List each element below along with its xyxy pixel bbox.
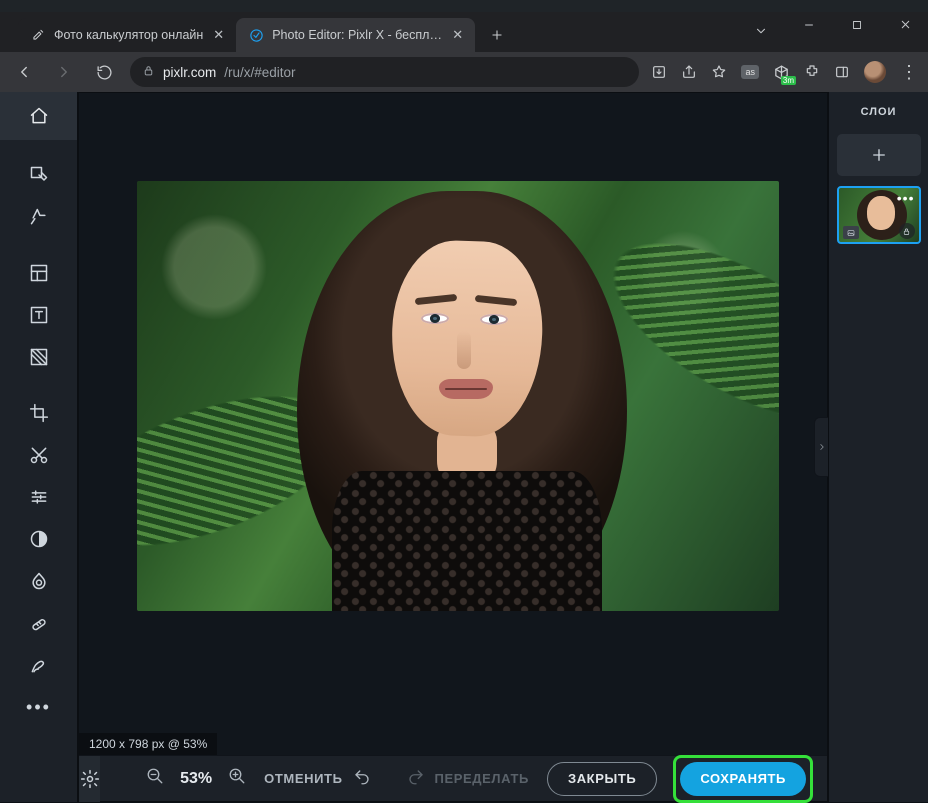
- save-button[interactable]: СОХРАНЯТЬ: [680, 762, 806, 796]
- canvas-area[interactable]: 1200 x 798 px @ 53% 53% ОТМЕНИТЬ ПЕРЕДЕЛ…: [78, 92, 828, 802]
- undo-button[interactable]: ОТМЕНИТЬ: [264, 768, 370, 789]
- extension-cube-icon[interactable]: 3m: [773, 64, 790, 81]
- close-icon[interactable]: ✕: [452, 27, 463, 43]
- app-viewport: ••• 1200 x 798 px @ 53% 53%: [0, 92, 928, 802]
- contrast-tool[interactable]: [0, 518, 77, 560]
- star-icon[interactable]: [711, 64, 727, 80]
- url-domain: pixlr.com: [163, 65, 216, 80]
- close-icon[interactable]: ✕: [213, 27, 224, 43]
- maximize-button[interactable]: [844, 18, 870, 34]
- redo-icon: [407, 768, 425, 789]
- adjust-tool[interactable]: [0, 476, 77, 518]
- image-layer-icon: [843, 226, 859, 239]
- save-highlight: СОХРАНЯТЬ: [673, 755, 813, 803]
- layers-title: СЛОИ: [837, 100, 920, 124]
- canvas-dimensions-label: 1200 x 798 px @ 53%: [79, 733, 217, 755]
- window-titlebar: [0, 0, 928, 12]
- zoom-percent[interactable]: 53%: [180, 770, 212, 788]
- close-window-button[interactable]: [892, 18, 918, 34]
- share-icon[interactable]: [681, 64, 697, 80]
- tab-title: Photo Editor: Pixlr X - бесплатны: [272, 28, 442, 42]
- panel-collapse-button[interactable]: [814, 417, 828, 477]
- tab-other[interactable]: Фото калькулятор онлайн ✕: [18, 18, 236, 52]
- lock-icon[interactable]: [899, 223, 915, 239]
- url-field[interactable]: pixlr.com/ru/x/#editor: [130, 57, 639, 87]
- canvas-image[interactable]: [137, 181, 779, 611]
- install-app-icon[interactable]: [651, 64, 667, 80]
- undo-label: ОТМЕНИТЬ: [264, 771, 342, 786]
- crop-tool[interactable]: [0, 392, 77, 434]
- forward-button[interactable]: [50, 58, 78, 86]
- extension-as-icon[interactable]: as: [741, 65, 759, 79]
- tab-strip: Фото калькулятор онлайн ✕ Photo Editor: …: [0, 12, 928, 52]
- layout-tool[interactable]: [0, 252, 77, 294]
- tab-active[interactable]: Photo Editor: Pixlr X - бесплатны ✕: [236, 18, 475, 52]
- chevron-down-icon[interactable]: [754, 24, 768, 43]
- undo-icon: [353, 768, 371, 789]
- minimize-button[interactable]: [796, 18, 822, 34]
- zoom-in-button[interactable]: [228, 767, 246, 790]
- fill-tool[interactable]: [0, 336, 77, 378]
- lock-icon: [142, 64, 155, 80]
- ai-auto-tool[interactable]: [0, 196, 77, 238]
- reload-button[interactable]: [90, 58, 118, 86]
- extension-badge: 3m: [781, 76, 796, 85]
- layer-options-icon[interactable]: •••: [897, 190, 915, 206]
- close-button[interactable]: ЗАКРЫТЬ: [547, 762, 657, 796]
- bottom-bar: 53% ОТМЕНИТЬ ПЕРЕДЕЛАТЬ ЗАКРЫТЬ: [79, 755, 827, 801]
- home-button[interactable]: [0, 92, 77, 140]
- profile-avatar[interactable]: [864, 61, 886, 83]
- save-label: СОХРАНЯТЬ: [700, 771, 786, 786]
- extensions-icon[interactable]: [804, 64, 820, 80]
- more-tool[interactable]: •••: [0, 686, 77, 728]
- layer-thumbnail[interactable]: •••: [837, 186, 921, 244]
- settings-button[interactable]: [79, 756, 100, 802]
- layers-panel: СЛОИ •••: [828, 92, 928, 802]
- address-actions: as 3m ⋮: [651, 61, 918, 83]
- back-button[interactable]: [10, 58, 38, 86]
- pixlr-icon: [248, 27, 264, 43]
- heal-tool[interactable]: [0, 602, 77, 644]
- text-tool[interactable]: [0, 294, 77, 336]
- url-path: /ru/x/#editor: [224, 65, 295, 80]
- arrange-tool[interactable]: [0, 154, 77, 196]
- new-tab-button[interactable]: [483, 21, 511, 49]
- tab-title: Фото калькулятор онлайн: [54, 28, 203, 42]
- zoom-controls: 53%: [146, 767, 246, 790]
- cut-tool[interactable]: [0, 434, 77, 476]
- redo-button[interactable]: ПЕРЕДЕЛАТЬ: [407, 768, 529, 789]
- tool-rail: •••: [0, 92, 78, 802]
- address-bar: pixlr.com/ru/x/#editor as 3m ⋮: [0, 52, 928, 92]
- add-layer-button[interactable]: [837, 134, 921, 176]
- zoom-out-button[interactable]: [146, 767, 164, 790]
- liquify-tool[interactable]: [0, 560, 77, 602]
- close-label: ЗАКРЫТЬ: [568, 771, 636, 786]
- side-panel-icon[interactable]: [834, 64, 850, 80]
- kebab-menu-icon[interactable]: ⋮: [900, 62, 918, 83]
- window-controls: [796, 18, 918, 34]
- wrench-icon: [30, 27, 46, 43]
- redo-label: ПЕРЕДЕЛАТЬ: [435, 771, 529, 786]
- draw-tool[interactable]: [0, 644, 77, 686]
